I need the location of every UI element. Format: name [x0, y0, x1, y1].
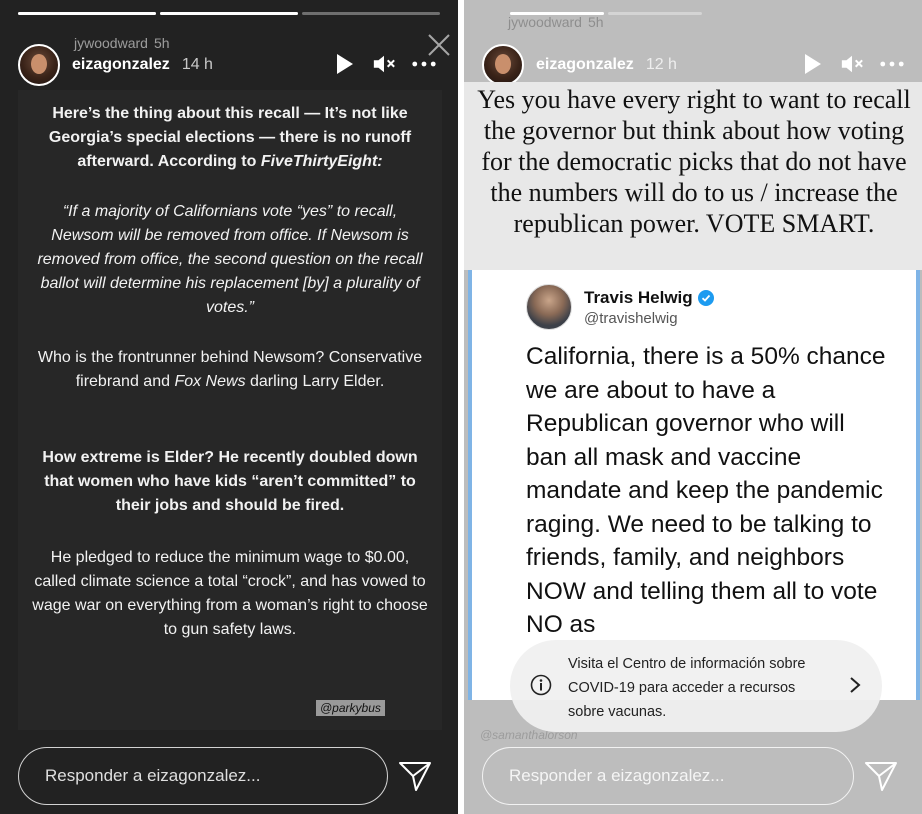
- progress-fill: [160, 12, 298, 15]
- covid-info-banner[interactable]: Visita el Centro de información sobre CO…: [510, 640, 882, 732]
- tweet-handle: @travishelwig: [584, 309, 678, 327]
- progress-segment: [608, 12, 702, 15]
- paragraph-3: Who is the frontrunner behind Newsom? Co…: [30, 346, 430, 394]
- play-icon[interactable]: [332, 52, 356, 76]
- paragraph-3-tail: darling Larry Elder.: [245, 373, 385, 390]
- tweet-name-row: Travis Helwig: [584, 288, 714, 308]
- story-header: eizagonzalez 14 h: [18, 44, 213, 86]
- reply-placeholder: Responder a eizagonzalez...: [509, 766, 725, 785]
- story-header: eizagonzalez 12 h: [482, 44, 677, 86]
- tweet-screenshot: Travis Helwig @travishelwig California, …: [468, 270, 920, 700]
- story-caption: Yes you have every right to want to reca…: [477, 85, 911, 238]
- source-name: FiveThirtyEight:: [260, 153, 383, 170]
- reply-input[interactable]: Responder a eizagonzalez...: [18, 747, 388, 805]
- progress-segment: [302, 12, 440, 15]
- send-icon[interactable]: [398, 760, 432, 792]
- avatar[interactable]: [18, 44, 60, 86]
- close-icon[interactable]: [426, 32, 452, 58]
- more-options-icon[interactable]: [880, 52, 904, 76]
- previous-story-user: jywoodward 5h: [508, 14, 604, 30]
- progress-segment: [160, 12, 298, 15]
- previous-time: 5h: [587, 14, 604, 30]
- tweet-author-name: Travis Helwig: [584, 287, 693, 307]
- progress-fill: [18, 12, 156, 15]
- paragraph-4: How extreme is Elder? He recently double…: [42, 449, 418, 514]
- timestamp: 12 h: [645, 56, 677, 73]
- verified-icon: [697, 289, 714, 306]
- username[interactable]: eizagonzalez: [536, 56, 634, 74]
- play-icon[interactable]: [800, 52, 824, 76]
- reply-input[interactable]: Responder a eizagonzalez...: [482, 747, 854, 805]
- story-panel-left: jywoodward 5h eizagonzalez 14 h Here’s th…: [0, 0, 458, 814]
- paragraph-2: “If a majority of Californians vote “yes…: [37, 203, 423, 316]
- mute-icon[interactable]: [840, 52, 864, 76]
- covid-banner-text: Visita el Centro de información sobre CO…: [568, 656, 806, 720]
- mute-icon[interactable]: [372, 52, 396, 76]
- previous-username: jywoodward: [508, 14, 582, 30]
- timestamp: 14 h: [181, 56, 213, 73]
- story-controls: [800, 52, 904, 76]
- paragraph-1: Here’s the thing about this recall — It’…: [30, 102, 430, 174]
- story-controls: [332, 52, 436, 76]
- tweet-author: Travis Helwig @travishelwig: [526, 284, 714, 330]
- tweet-avatar: [526, 284, 572, 330]
- reply-placeholder: Responder a eizagonzalez...: [45, 766, 261, 785]
- avatar[interactable]: [482, 44, 524, 86]
- story-progress: [18, 12, 440, 15]
- progress-segment: [18, 12, 156, 15]
- paragraph-5: He pledged to reduce the minimum wage to…: [32, 549, 428, 638]
- username[interactable]: eizagonzalez: [72, 56, 170, 74]
- watermark: @parkybus: [316, 700, 385, 716]
- send-icon[interactable]: [864, 760, 898, 792]
- info-icon: [530, 674, 552, 696]
- chevron-right-icon: [848, 676, 862, 694]
- paragraph-3-emphasis: Fox News: [174, 373, 246, 390]
- tweet-body: California, there is a 50% chance we are…: [526, 343, 886, 638]
